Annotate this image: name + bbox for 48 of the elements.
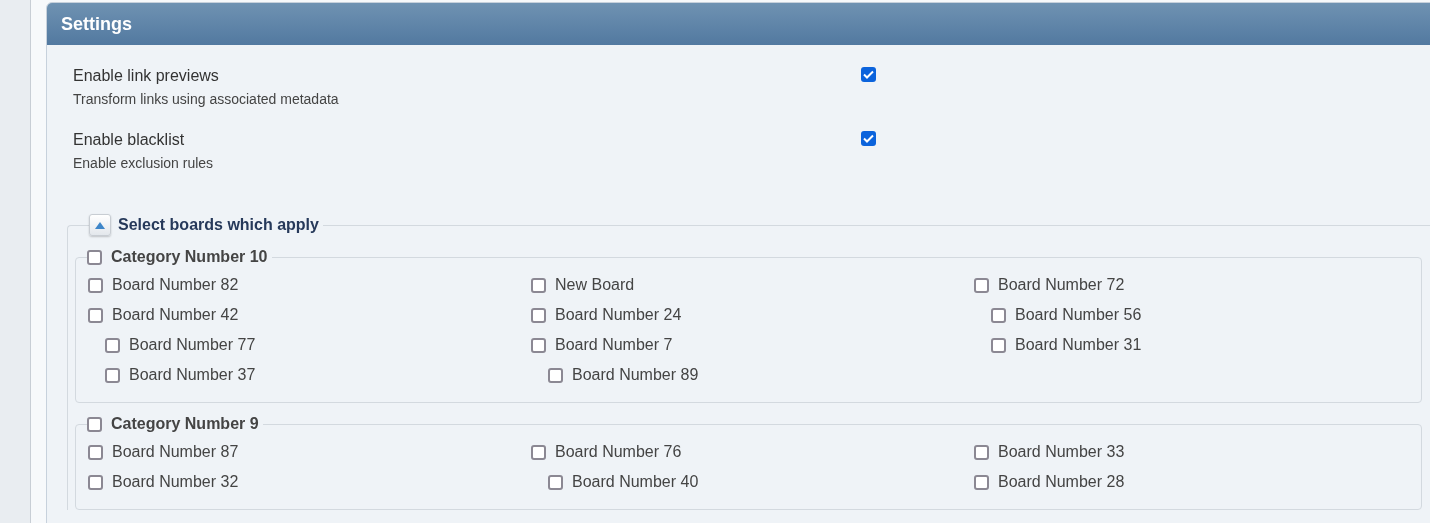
board-label: Board Number 56 (1015, 306, 1142, 324)
board-label: Board Number 28 (998, 473, 1125, 491)
checkbox[interactable] (105, 367, 120, 383)
board-label: Board Number 40 (572, 473, 699, 491)
checkbox[interactable] (548, 367, 563, 383)
board-label: Board Number 76 (555, 443, 682, 461)
checkbox[interactable] (88, 444, 103, 460)
option-description: Enable exclusion rules (73, 155, 215, 171)
board-label: Board Number 77 (129, 336, 256, 354)
checkbox[interactable] (531, 277, 546, 293)
checkbox[interactable] (531, 444, 546, 460)
category-label: Category Number 9 (111, 415, 259, 433)
option-label: Enable blacklist (73, 131, 186, 149)
board-label: Board Number 31 (1015, 336, 1142, 354)
board-label: Board Number 37 (129, 366, 256, 384)
panel-title: Settings (47, 3, 1430, 45)
checkbox[interactable] (105, 337, 120, 353)
checkbox[interactable] (974, 474, 989, 490)
caret-up-icon (95, 221, 105, 229)
checkbox[interactable] (531, 337, 546, 353)
checkbox[interactable] (88, 307, 103, 323)
checkbox[interactable] (88, 474, 103, 490)
board-label: Board Number 33 (998, 443, 1125, 461)
checkbox[interactable] (87, 416, 102, 432)
board-label: Board Number 24 (555, 306, 682, 324)
checkbox[interactable] (991, 307, 1006, 323)
section-title: Select boards which apply (118, 216, 319, 234)
option-description: Transform links using associated metadata (73, 91, 340, 107)
checkbox[interactable] (974, 277, 989, 293)
checkbox[interactable] (861, 67, 876, 82)
board-label: Board Number 87 (112, 443, 239, 461)
board-label: Board Number 72 (998, 276, 1125, 294)
option-label: Enable link previews (73, 67, 220, 85)
board-label: New Board (555, 276, 635, 294)
category-label: Category Number 10 (111, 248, 268, 266)
checkbox[interactable] (88, 277, 103, 293)
checkbox[interactable] (861, 131, 876, 146)
checkbox[interactable] (991, 337, 1006, 353)
board-label: Board Number 32 (112, 473, 239, 491)
board-label: Board Number 89 (572, 366, 699, 384)
board-label: Board Number 42 (112, 306, 239, 324)
checkbox[interactable] (531, 307, 546, 323)
checkbox[interactable] (974, 444, 989, 460)
checkbox[interactable] (548, 474, 563, 490)
board-label: Board Number 82 (112, 276, 239, 294)
board-label: Board Number 7 (555, 336, 673, 354)
checkbox[interactable] (87, 249, 102, 265)
collapse-button[interactable] (89, 214, 111, 236)
